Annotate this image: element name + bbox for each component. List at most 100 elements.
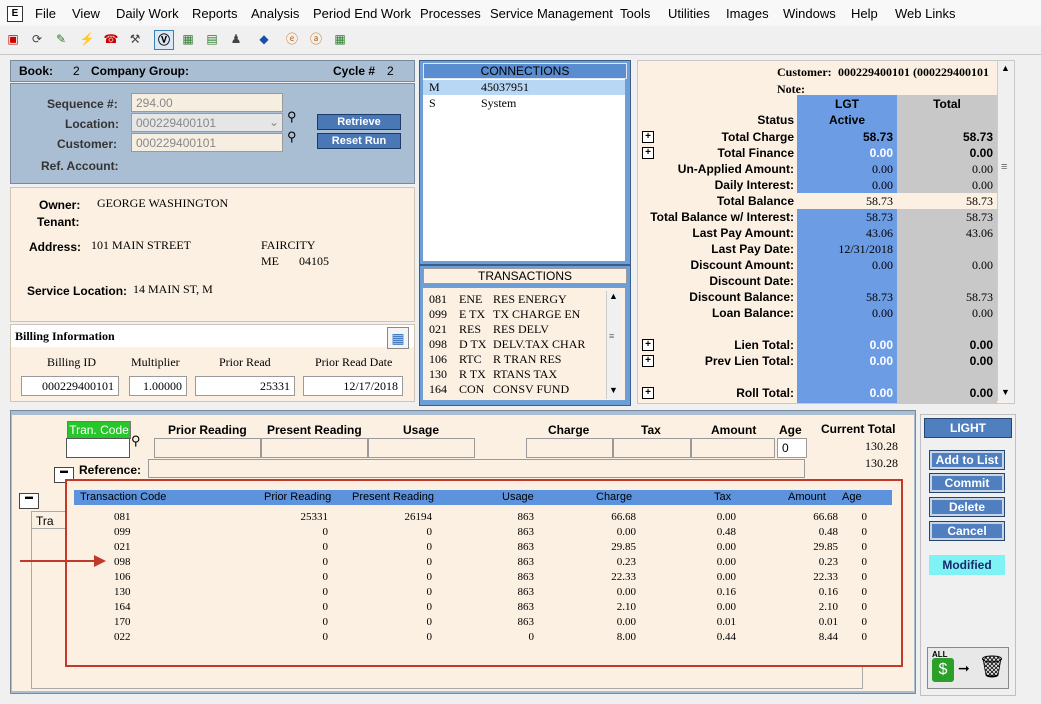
connection-row[interactable]: S System bbox=[423, 96, 625, 111]
transaction-row[interactable]: 106 RTC R TRAN RES bbox=[423, 352, 603, 367]
prior-reading-field[interactable] bbox=[154, 438, 261, 458]
multiplier-field[interactable]: 1.00000 bbox=[129, 376, 187, 396]
user-icon[interactable]: ♟ bbox=[227, 30, 245, 48]
charge-field[interactable] bbox=[526, 438, 613, 458]
prior-read-field[interactable]: 25331 bbox=[195, 376, 295, 396]
menu-tools[interactable]: Tools bbox=[620, 6, 650, 21]
grid-column-header[interactable]: Transaction Code bbox=[80, 490, 166, 505]
grid-icon[interactable]: ▦ bbox=[331, 30, 349, 48]
transaction-row[interactable]: 130 R TX RTANS TAX bbox=[423, 367, 603, 382]
reset-run-button[interactable]: Reset Run bbox=[317, 133, 401, 149]
present-reading-field[interactable] bbox=[261, 438, 368, 458]
expand-icon[interactable]: ▬ bbox=[19, 493, 39, 509]
menu-web-links[interactable]: Web Links bbox=[895, 6, 955, 21]
delete-button[interactable]: Delete bbox=[930, 498, 1004, 516]
lgt-value: 0.00 bbox=[872, 258, 893, 272]
scroll-up-icon[interactable]: ▲ bbox=[1001, 63, 1010, 73]
customer-search-icon[interactable]: ⚲ bbox=[287, 129, 297, 145]
transaction-row[interactable]: 164 CON CONSV FUND bbox=[423, 382, 603, 397]
grid-column-header[interactable]: Prior Reading bbox=[264, 490, 331, 505]
transactions-scrollbar[interactable]: ▲ ≡ ▼ bbox=[606, 291, 621, 399]
billing-id-field[interactable]: 000229400101 bbox=[21, 376, 119, 396]
expand-plus-icon[interactable]: + bbox=[642, 131, 654, 143]
menu-daily-work[interactable]: Daily Work bbox=[116, 6, 179, 21]
retrieve-button[interactable]: Retrieve bbox=[317, 114, 401, 130]
expand-plus-icon[interactable]: + bbox=[642, 147, 654, 159]
transaction-row[interactable]: 081 ENE RES ENERGY bbox=[423, 292, 603, 307]
account-scrollbar[interactable]: ▲ ≡ ▼ bbox=[997, 61, 1013, 401]
menu-reports[interactable]: Reports bbox=[192, 6, 238, 21]
menu-processes[interactable]: Processes bbox=[420, 6, 481, 21]
meter-icon[interactable]: ⚡ bbox=[78, 30, 96, 48]
commit-button[interactable]: Commit bbox=[930, 474, 1004, 492]
usage-field[interactable] bbox=[368, 438, 475, 458]
grid-column-header[interactable]: Tax bbox=[714, 490, 731, 505]
app-icon[interactable]: E bbox=[7, 6, 23, 22]
grid-column-header[interactable]: Amount bbox=[788, 490, 826, 505]
cash-icon[interactable]: ▦ bbox=[179, 30, 197, 48]
grid-row[interactable]: 130 0 0 863 0.00 0.16 0.16 0 bbox=[74, 586, 892, 601]
grid-column-header[interactable]: Present Reading bbox=[352, 490, 434, 505]
balance-label: Discount Balance: bbox=[689, 290, 794, 304]
scroll-grip-icon[interactable]: ≡ bbox=[1001, 161, 1007, 173]
grid-row[interactable]: 106 0 0 863 22.33 0.00 22.33 0 bbox=[74, 571, 892, 586]
menu-help[interactable]: Help bbox=[851, 6, 878, 21]
grid-row[interactable]: 081 25331 26194 863 66.68 0.00 66.68 0 bbox=[74, 511, 892, 526]
expand-plus-icon[interactable]: + bbox=[642, 387, 654, 399]
cancel-button[interactable]: Cancel bbox=[930, 522, 1004, 540]
a-circle-icon[interactable]: ⓐ bbox=[307, 30, 325, 48]
grid-row[interactable]: 021 0 0 863 29.85 0.00 29.85 0 bbox=[74, 541, 892, 556]
chevron-down-icon[interactable]: ⌄ bbox=[269, 115, 279, 129]
sequence-field[interactable]: 294.00 bbox=[131, 93, 283, 112]
transaction-row[interactable]: 098 D TX DELV.TAX CHAR bbox=[423, 337, 603, 352]
transaction-row[interactable]: 099 E TX TX CHARGE EN bbox=[423, 307, 603, 322]
scroll-down-icon[interactable]: ▼ bbox=[609, 385, 618, 395]
menu-file[interactable]: File bbox=[35, 6, 56, 21]
add-to-list-button[interactable]: Add to List bbox=[930, 451, 1004, 469]
grid-view-icon[interactable]: ▦ bbox=[387, 327, 409, 349]
menu-view[interactable]: View bbox=[72, 6, 100, 21]
diamond-icon[interactable]: ◆ bbox=[255, 30, 273, 48]
exit-icon[interactable]: ▣ bbox=[4, 30, 22, 48]
e-circle-icon[interactable]: ⓔ bbox=[283, 30, 301, 48]
billing-entry-icon[interactable]: Ⓥ bbox=[154, 30, 174, 50]
grid-row[interactable]: 170 0 0 863 0.00 0.01 0.01 0 bbox=[74, 616, 892, 631]
lgt-value: 58.73 bbox=[866, 210, 893, 224]
phone-icon[interactable]: ☎ bbox=[102, 30, 120, 48]
scroll-down-icon[interactable]: ▼ bbox=[1001, 387, 1010, 397]
grid-row[interactable]: 022 0 0 0 8.00 0.44 8.44 0 bbox=[74, 631, 892, 646]
location-field[interactable]: 000229400101 ⌄ bbox=[131, 113, 283, 132]
pencil-icon[interactable]: ✎ bbox=[52, 30, 70, 48]
connection-row[interactable]: M 45037951 bbox=[423, 80, 625, 95]
scroll-grip-icon[interactable]: ≡ bbox=[609, 331, 614, 341]
tran-code-search-icon[interactable]: ⚲ bbox=[131, 433, 141, 449]
expand-plus-icon[interactable]: + bbox=[642, 355, 654, 367]
expand-plus-icon[interactable]: + bbox=[642, 339, 654, 351]
tax-field[interactable] bbox=[613, 438, 691, 458]
prior-read-date-field[interactable]: 12/17/2018 bbox=[303, 376, 403, 396]
menu-images[interactable]: Images bbox=[726, 6, 769, 21]
grid-column-header[interactable]: Age bbox=[842, 490, 862, 505]
menu-service-management[interactable]: Service Management bbox=[490, 6, 613, 21]
payment-icon[interactable]: ▤ bbox=[203, 30, 221, 48]
menu-analysis[interactable]: Analysis bbox=[251, 6, 299, 21]
menu-windows[interactable]: Windows bbox=[783, 6, 836, 21]
customer-field[interactable]: 000229400101 bbox=[131, 133, 283, 152]
grid-row[interactable]: 099 0 0 863 0.00 0.48 0.48 0 bbox=[74, 526, 892, 541]
age-field[interactable]: 0 bbox=[777, 438, 807, 458]
transaction-row[interactable]: 021 RES RES DELV bbox=[423, 322, 603, 337]
menu-utilities[interactable]: Utilities bbox=[668, 6, 710, 21]
tran-code-field[interactable] bbox=[66, 438, 130, 458]
reference-field[interactable] bbox=[148, 459, 805, 478]
menu-period-end-work[interactable]: Period End Work bbox=[313, 6, 411, 21]
location-search-icon[interactable]: ⚲ bbox=[287, 109, 297, 125]
grid-column-header[interactable]: Charge bbox=[596, 490, 632, 505]
scroll-up-icon[interactable]: ▲ bbox=[609, 291, 618, 301]
amount-field[interactable] bbox=[691, 438, 775, 458]
grid-row[interactable]: 164 0 0 863 2.10 0.00 2.10 0 bbox=[74, 601, 892, 616]
tool-icon[interactable]: ⚒ bbox=[126, 30, 144, 48]
grid-row[interactable]: 098 0 0 863 0.23 0.00 0.23 0 bbox=[74, 556, 892, 571]
delete-all-button[interactable]: ALL $ ➞ 🗑 bbox=[927, 647, 1009, 689]
grid-column-header[interactable]: Usage bbox=[502, 490, 534, 505]
refresh-icon[interactable]: ⟳ bbox=[28, 30, 46, 48]
